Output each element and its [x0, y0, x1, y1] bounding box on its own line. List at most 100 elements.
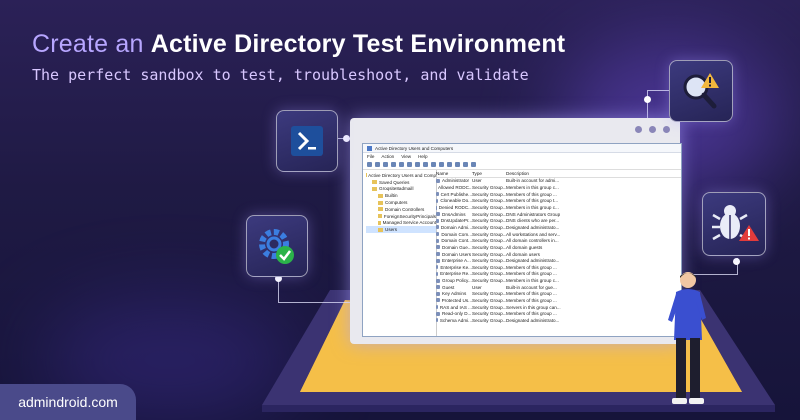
- group-icon: [436, 198, 439, 203]
- tree-node-label: Computers: [385, 200, 408, 206]
- cell-name-text: Schema Admi...: [439, 317, 472, 323]
- cell-name-text: Key Admins: [442, 291, 467, 297]
- user-icon: [436, 285, 440, 290]
- tree-node[interactable]: Domain Controllers: [366, 206, 436, 213]
- tree-node[interactable]: ForeignSecurityPrincipals: [366, 213, 436, 220]
- cell-description: Designated administrato...: [506, 258, 560, 264]
- tree-node[interactable]: Managed Service Account: [366, 220, 436, 227]
- group-icon: [436, 212, 440, 217]
- table-row[interactable]: Group Policy... Security Group... Members …: [436, 277, 681, 284]
- window-title-bar: Active Directory Users and Computers: [363, 144, 681, 153]
- table-row[interactable]: Enterprise A... Security Group... Designat…: [436, 257, 681, 264]
- cell-name-text: Read-only D...: [442, 311, 472, 317]
- menu-item-file[interactable]: File: [367, 154, 374, 159]
- window-title: Active Directory Users and Computers: [375, 145, 454, 151]
- forward-icon[interactable]: [375, 162, 380, 167]
- cell-name: Denied RODC...: [436, 205, 472, 210]
- console-tree: Active Directory Users and Comp Saved Que…: [363, 170, 437, 336]
- cell-name: Read-only D...: [436, 311, 472, 316]
- cell-description: Built-in account for gue...: [506, 284, 557, 290]
- toolbar: [363, 160, 681, 170]
- tree-node[interactable]: Computers: [366, 199, 436, 206]
- table-row[interactable]: Key Admins Security Group... Members of th…: [436, 291, 681, 298]
- connector-dot: [343, 135, 350, 142]
- table-row[interactable]: Schema Admi... Security Group... Designate…: [436, 317, 681, 324]
- table-row[interactable]: Domain Gue... Security Group... All domain…: [436, 244, 681, 251]
- table-row[interactable]: Protected Us... Security Group... Members …: [436, 297, 681, 304]
- refresh-icon[interactable]: [415, 162, 420, 167]
- table-row[interactable]: Domain Users Security Group... All domain …: [436, 251, 681, 258]
- cell-name-text: DnsUpdatePr...: [440, 218, 472, 224]
- connector-dot: [644, 96, 651, 103]
- table-row[interactable]: Read-only D... Security Group... Members o…: [436, 310, 681, 317]
- tree-node-label: Saved Queries: [379, 179, 410, 185]
- cell-name-text: Domain Com...: [441, 231, 472, 237]
- cell-name-text: Group Policy...: [442, 278, 472, 284]
- up-icon[interactable]: [383, 162, 388, 167]
- menu-bar: File Action View Help: [363, 153, 681, 160]
- table-row[interactable]: Enterprise Ke... Security Group... Members…: [436, 264, 681, 271]
- menu-item-view[interactable]: View: [401, 154, 411, 159]
- table-row[interactable]: Domain Com... Security Group... All workst…: [436, 231, 681, 238]
- tree-node[interactable]: Saved Queries: [366, 179, 436, 186]
- group-add-icon[interactable]: [447, 162, 452, 167]
- group-icon: [436, 258, 440, 263]
- help-icon[interactable]: [431, 162, 436, 167]
- table-row[interactable]: Cert Publishe... Security Group... Members…: [436, 191, 681, 198]
- delete-icon[interactable]: [407, 162, 412, 167]
- cell-name: Enterprise A...: [436, 258, 472, 263]
- cell-type: Security Group...: [472, 244, 506, 250]
- cell-description: Members of this group ...: [506, 311, 557, 317]
- folder-icon[interactable]: [391, 162, 396, 167]
- table-row[interactable]: Allowed RODC... Security Group... Members …: [436, 184, 681, 191]
- cell-description: DNS Administrators Group: [506, 211, 561, 217]
- group-icon: [436, 291, 440, 296]
- tree-node[interactable]: Users: [366, 226, 436, 234]
- filter-icon[interactable]: [463, 162, 468, 167]
- powershell-card: [276, 110, 338, 172]
- back-icon[interactable]: [367, 162, 372, 167]
- group-icon: [436, 232, 440, 237]
- cell-name: RAS and IAS ...: [436, 305, 472, 310]
- export-icon[interactable]: [423, 162, 428, 167]
- cell-description: Members in this group c...: [506, 278, 559, 284]
- column-header-name[interactable]: Name: [436, 171, 472, 176]
- cell-description: All domain controllers in...: [506, 238, 559, 244]
- person-illustration: [668, 272, 706, 404]
- cell-name: Allowed RODC...: [436, 185, 472, 190]
- table-row[interactable]: Administrator User Built-in account for ad…: [436, 178, 681, 185]
- properties-icon[interactable]: [399, 162, 404, 167]
- table-row[interactable]: Cloneable Do... Security Group... Members …: [436, 198, 681, 205]
- tree-node[interactable]: Active Directory Users and Comp: [366, 172, 436, 179]
- find-icon[interactable]: [471, 162, 476, 167]
- tree-node[interactable]: Groqsite8admaill: [366, 186, 436, 193]
- table-row[interactable]: Enterprise Re... Security Group... Members…: [436, 271, 681, 278]
- tree-node[interactable]: Builtin: [366, 192, 436, 199]
- table-row[interactable]: Domain Admi... Security Group... Designate…: [436, 224, 681, 231]
- folder-icon: [378, 207, 383, 212]
- table-row[interactable]: RAS and IAS ... Security Group... Servers …: [436, 304, 681, 311]
- search-warning-card: [669, 60, 733, 122]
- table-row[interactable]: DnsAdmins Security Group... DNS Administra…: [436, 211, 681, 218]
- cell-name-text: Enterprise Ke...: [440, 264, 472, 270]
- table-row[interactable]: Denied RODC... Security Group... Members i…: [436, 204, 681, 211]
- menu-item-action[interactable]: Action: [381, 154, 394, 159]
- window-controls[interactable]: [635, 126, 670, 133]
- cell-description: Designated administrato...: [506, 317, 560, 323]
- cell-name-text: Cloneable Do...: [440, 198, 472, 204]
- table-row[interactable]: DnsUpdatePr... Security Group... DNS clien…: [436, 217, 681, 224]
- user-add-icon[interactable]: [439, 162, 444, 167]
- table-row[interactable]: Domain Cont... Security Group... All domai…: [436, 237, 681, 244]
- group-icon: [436, 278, 440, 283]
- ou-add-icon[interactable]: [455, 162, 460, 167]
- cell-name-text: Administrator: [442, 178, 470, 184]
- column-header-type[interactable]: Type: [472, 171, 506, 176]
- tree-node-label: Active Directory Users and Comp: [368, 172, 436, 178]
- menu-item-help[interactable]: Help: [418, 154, 427, 159]
- column-header-description[interactable]: Description: [506, 171, 681, 176]
- bug-warning-card: [702, 192, 766, 256]
- table-row[interactable]: Guest User Built-in account for gue...: [436, 284, 681, 291]
- user-icon: [436, 178, 440, 183]
- app-icon: [367, 145, 372, 151]
- brand-footer[interactable]: admindroid.com: [0, 384, 136, 420]
